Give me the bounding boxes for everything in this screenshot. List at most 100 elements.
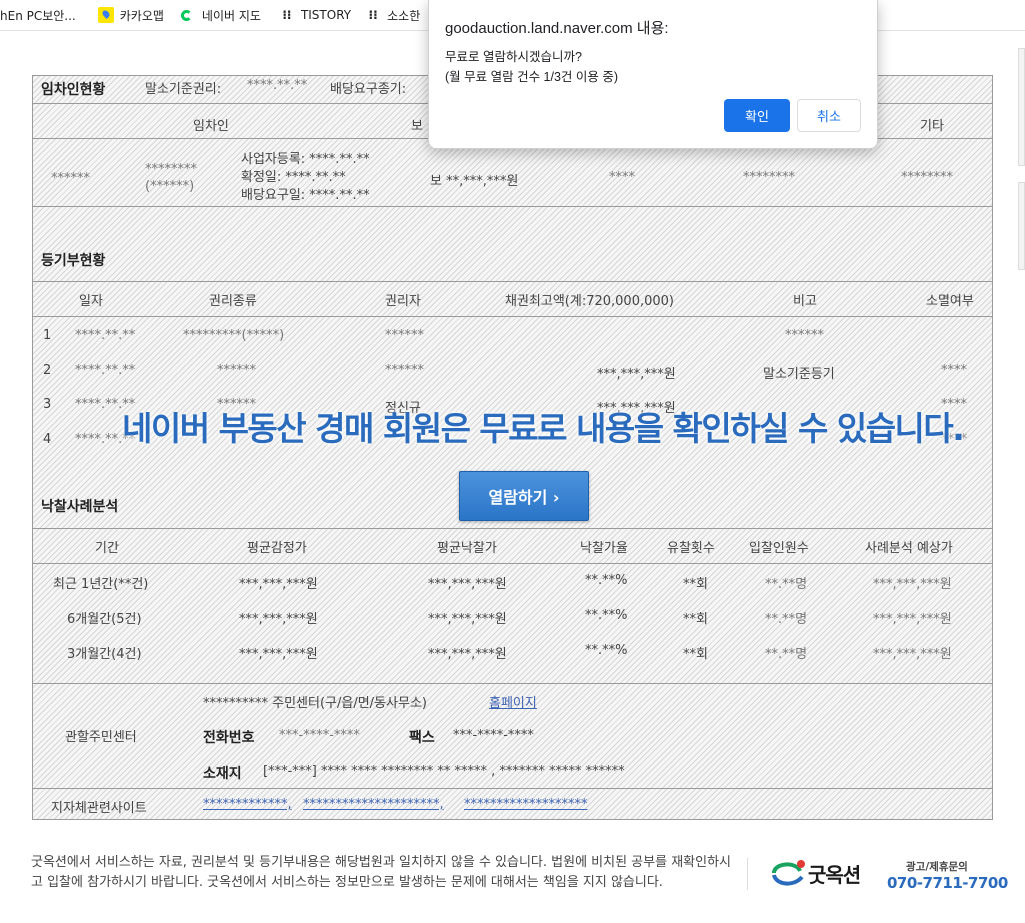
bookmark-item[interactable]: ⁝⁝ 소소한 <box>365 0 428 30</box>
bookmark-item[interactable]: ⁝⁝ TISTORY <box>279 0 359 30</box>
bookmark-label: 네이버 지도 <box>201 8 261 23</box>
bookmark-label: 카카오맵 <box>119 8 164 23</box>
col-header: 일자 <box>79 294 103 309</box>
address-value: [***-***] **** **** ******** ** ***** , … <box>263 764 625 779</box>
row-appraisal: ***,***,***원 <box>239 612 318 627</box>
col-header: 기타 <box>920 119 944 134</box>
row-note: 말소기준등기 <box>763 367 835 382</box>
col-header: 평균낙찰가 <box>437 541 497 556</box>
col-header: 사례분석 예상가 <box>865 541 953 556</box>
bookmark-item[interactable]: 네이버 지도 <box>180 0 269 30</box>
center-name: ********** 주민센터(구/읍/면/동사무소) <box>203 696 427 711</box>
site-link[interactable]: *************, <box>203 797 292 812</box>
row-type: *********(*****) <box>183 328 285 343</box>
cancel-button[interactable]: 취소 <box>797 99 861 132</box>
row-period: 6개월간(5건) <box>67 612 142 627</box>
row-date: ****.**.** <box>75 363 136 378</box>
row-period: 3개월간(4건) <box>67 647 142 662</box>
site-link[interactable]: *********************, <box>303 797 444 812</box>
tenant-heading: 임차인현황 <box>41 82 106 98</box>
row-amount: ***,***,***원 <box>597 367 676 382</box>
row-bid: ***,***,***원 <box>428 647 507 662</box>
row-extinct: **** <box>941 363 967 378</box>
col-header: 입찰인원수 <box>749 541 809 556</box>
goodauction-logo[interactable]: 굿옥션 <box>770 857 861 889</box>
dialog-message: 무료로 열람하시겠습니까? <box>445 50 582 64</box>
tistory-icon: ⁝⁝ <box>282 8 292 22</box>
row-people: **.**명 <box>765 647 808 662</box>
tenant-id: ******** <box>145 162 197 177</box>
naver-map-icon <box>180 7 196 23</box>
row-fail: **회 <box>683 647 708 662</box>
row-people: **.**명 <box>765 577 808 592</box>
confirm-button[interactable]: 확인 <box>724 99 790 132</box>
row-estimate: ***,***,***원 <box>873 647 952 662</box>
dialog-title: goodauction.land.naver.com 내용: <box>445 20 669 37</box>
tenant-cell: **** <box>609 170 635 185</box>
col-header: 임차인 <box>193 119 229 134</box>
col-header: 권리종류 <box>209 294 257 309</box>
center-label: 관할주민센터 <box>65 730 137 745</box>
row-estimate: ***,***,***원 <box>873 577 952 592</box>
contact-label: 광고/제휴문의 <box>906 861 968 873</box>
tenant-detail: 사업자등록: ****.**.** <box>241 152 370 167</box>
site-link[interactable]: ******************* <box>464 797 588 812</box>
footer-divider <box>747 858 748 890</box>
row-bid: ***,***,***원 <box>428 612 507 627</box>
col-header: 비고 <box>793 294 817 309</box>
col-header: 소멸여부 <box>926 294 974 309</box>
row-date: ****.**.** <box>75 328 136 343</box>
row-note: ****** <box>785 328 824 343</box>
tenant-deposit: 보 **,***,***원 <box>430 174 519 189</box>
registry-heading: 등기부현황 <box>41 253 106 269</box>
goodauction-logo-icon <box>770 857 805 889</box>
row-rate: **.**% <box>585 573 628 588</box>
phone-label: 전화번호 <box>203 730 255 746</box>
row-number: 4 <box>43 432 52 447</box>
col-header: 평균감정가 <box>247 541 307 556</box>
tenant-sub-label: 말소기준권리: <box>145 82 222 97</box>
confirm-dialog: goodauction.land.naver.com 내용: 무료로 열람하시겠… <box>428 0 878 149</box>
row-bid: ***,***,***원 <box>428 577 507 592</box>
row-number: 1 <box>43 328 52 343</box>
member-promo-message: 네이버 부동산 경매 회원은 무료로 내용을 확인하실 수 있습니다. <box>122 409 965 448</box>
tistory-icon: ⁝⁝ <box>368 8 378 22</box>
row-number: 3 <box>43 397 52 412</box>
row-type: ****** <box>217 363 256 378</box>
kakaomap-icon <box>97 7 114 23</box>
tenant-cell: ******** <box>743 170 795 185</box>
address-label: 소재지 <box>203 766 242 782</box>
row-estimate: ***,***,***원 <box>873 612 952 627</box>
fax-label: 팩스 <box>409 730 435 746</box>
row-fail: **회 <box>683 577 708 592</box>
analysis-heading: 낙찰사례분석 <box>41 499 119 515</box>
phone-value: ***-****-**** <box>279 728 360 743</box>
tenant-sub-value: ****.**.** <box>247 78 308 93</box>
col-header: 낙찰가율 <box>580 541 628 556</box>
contact-phone: 070-7711-7700 <box>887 874 1008 892</box>
row-period: 최근 1년간(**건) <box>53 577 149 592</box>
col-header: 유찰횟수 <box>667 541 715 556</box>
bookmark-label: TISTORY <box>300 8 352 22</box>
dialog-submessage: (월 무료 열람 건수 1/3건 이용 중) <box>445 70 619 84</box>
bookmark-item[interactable]: hEn PC보안... <box>0 0 84 30</box>
bookmark-item[interactable]: 카카오맵 <box>97 0 172 30</box>
row-appraisal: ***,***,***원 <box>239 647 318 662</box>
homepage-link[interactable]: 홈페이지 <box>489 692 537 711</box>
row-rate: **.**% <box>585 643 628 658</box>
row-appraisal: ***,***,***원 <box>239 577 318 592</box>
row-people: **.**명 <box>765 612 808 627</box>
logo-text: 굿옥션 <box>808 862 861 887</box>
side-panel <box>1018 182 1025 270</box>
row-rate: **.**% <box>585 608 628 623</box>
side-panel <box>1018 48 1025 166</box>
bookmark-label: 소소한 <box>387 8 421 23</box>
bookmark-label: hEn PC보안... <box>0 8 76 23</box>
tenant-sub-label-2: 배당요구종기: <box>330 82 407 97</box>
open-view-button[interactable]: 열람하기 › <box>459 471 589 521</box>
tenant-cell: ******** <box>901 170 953 185</box>
row-holder: ****** <box>385 363 424 378</box>
row-holder: ****** <box>385 328 424 343</box>
tenant-name: ****** <box>51 171 90 186</box>
col-header: 보 <box>411 119 423 134</box>
